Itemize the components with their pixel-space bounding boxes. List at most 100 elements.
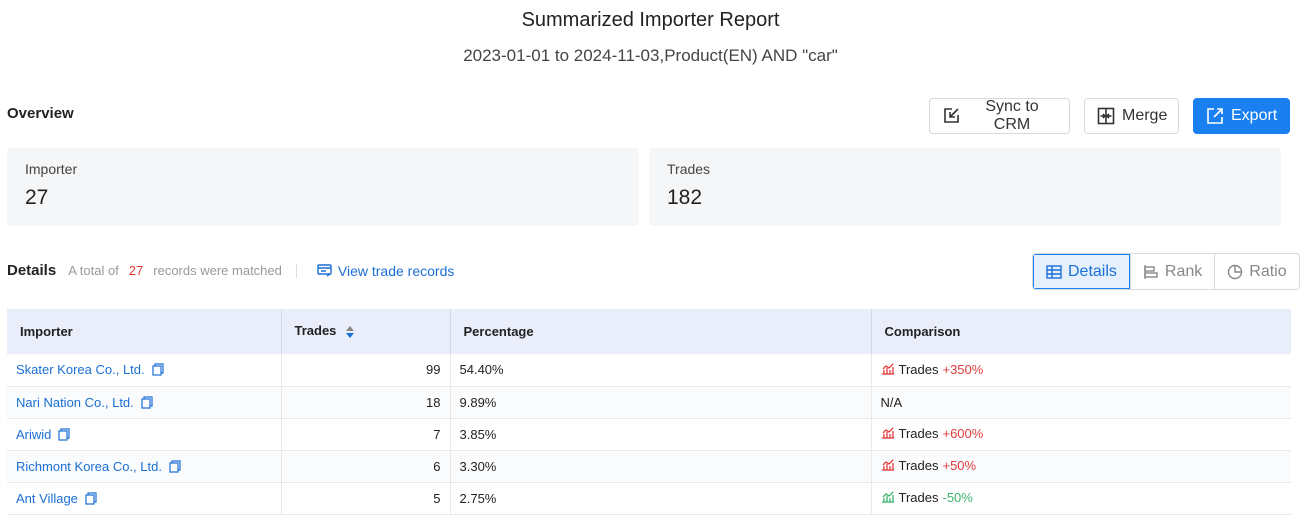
comparison-value: +600% xyxy=(942,425,984,441)
importer-name: Ariwid xyxy=(16,426,52,442)
details-divider xyxy=(295,263,297,278)
trend-chart-icon xyxy=(881,491,894,503)
copy-icon[interactable] xyxy=(152,363,164,376)
records-icon xyxy=(317,264,332,277)
table-row: Ant Village 5 2.75% Trades -50% xyxy=(7,482,1291,515)
export-button[interactable]: Export xyxy=(1193,98,1290,134)
trend-chart-icon xyxy=(881,427,894,439)
importer-name: Nari Nation Co., Ltd. xyxy=(16,394,134,410)
comparison: Trades +600% xyxy=(881,425,984,441)
header-comparison: Comparison xyxy=(871,309,1291,354)
trend-chart-icon xyxy=(881,363,894,375)
table-row: Skater Korea Co., Ltd. 99 54.40% Trades +… xyxy=(7,354,1291,387)
trades-cell: 5 xyxy=(281,482,451,515)
comparison: Trades -50% xyxy=(881,490,973,505)
importer-name: Richmont Korea Co., Ltd. xyxy=(16,458,162,474)
sync-to-crm-button[interactable]: Sync to CRM xyxy=(929,98,1070,134)
percentage-cell: 2.75% xyxy=(450,482,872,515)
details-total-prefix: A total of xyxy=(68,263,119,278)
table-icon xyxy=(1046,264,1062,279)
copy-icon[interactable] xyxy=(85,491,97,505)
table-row: Richmont Korea Co., Ltd. 6 3.30% Trades +… xyxy=(7,450,1291,483)
comparison: Trades +350% xyxy=(881,361,984,377)
comparison-label: Trades xyxy=(898,361,939,377)
trades-cell: 99 xyxy=(281,354,451,387)
percentage-cell: 9.89% xyxy=(450,386,872,419)
details-bar: Details A total of 27 records were match… xyxy=(7,262,454,279)
table-row: Nari Nation Co., Ltd. 18 9.89% N/A xyxy=(7,386,1291,419)
copy-icon[interactable] xyxy=(141,395,153,409)
comparison-label: Trades xyxy=(898,457,939,473)
tab-ratio[interactable]: Ratio xyxy=(1214,254,1299,289)
trades-stat-card: Trades 182 xyxy=(649,148,1281,226)
importer-cell: Richmont Korea Co., Ltd. xyxy=(7,450,282,483)
trades-stat-label: Trades xyxy=(667,161,711,177)
importer-link[interactable]: Skater Korea Co., Ltd. xyxy=(16,362,164,377)
header-trades[interactable]: Trades xyxy=(281,309,451,354)
comparison-value: +350% xyxy=(942,361,984,377)
overview-heading: Overview xyxy=(7,105,74,122)
trend-chart-icon xyxy=(881,459,894,471)
comparison-value: +50% xyxy=(942,457,977,473)
details-heading: Details xyxy=(7,262,57,279)
report-subtitle: 2023-01-01 to 2024-11-03,Product(EN) AND… xyxy=(463,46,838,65)
comparison: Trades +50% xyxy=(881,457,977,473)
header-percentage: Percentage xyxy=(450,309,872,354)
comparison-cell: Trades +600% xyxy=(871,418,1291,451)
table-header-row: Importer Trades Percentage Comparison xyxy=(7,309,1291,354)
tab-details-label: Details xyxy=(1068,262,1117,280)
percentage-cell: 54.40% xyxy=(450,354,872,387)
copy-icon[interactable] xyxy=(58,427,71,441)
comparison-cell: N/A xyxy=(871,386,1291,419)
comparison-label: Trades xyxy=(898,425,939,441)
tab-ratio-label: Ratio xyxy=(1249,262,1287,280)
importer-cell: Ariwid xyxy=(7,418,282,451)
trades-stat-value: 182 xyxy=(667,186,703,209)
importer-link[interactable]: Richmont Korea Co., Ltd. xyxy=(16,459,181,474)
comparison-label: Trades xyxy=(898,489,939,505)
view-switcher: Details Rank Ratio xyxy=(1032,253,1300,290)
pie-chart-icon xyxy=(1228,264,1243,279)
comparison-cell: Trades +350% xyxy=(871,354,1291,387)
sync-to-crm-label: Sync to CRM xyxy=(985,98,1039,133)
export-icon xyxy=(1207,108,1223,124)
view-trade-records-label: View trade records xyxy=(337,262,455,279)
trades-cell: 6 xyxy=(281,450,451,483)
importer-cell: Nari Nation Co., Ltd. xyxy=(7,386,282,419)
table-row: Ariwid 7 3.85% Trades +600% xyxy=(7,418,1291,451)
sync-icon xyxy=(944,108,959,123)
importer-name: Skater Korea Co., Ltd. xyxy=(16,362,145,378)
rank-bars-icon xyxy=(1144,264,1158,279)
merge-button[interactable]: Merge xyxy=(1084,98,1179,134)
header-trades-label: Trades xyxy=(294,323,337,339)
comparison-value: -50% xyxy=(942,489,973,505)
merge-icon xyxy=(1097,107,1115,125)
sort-icon[interactable] xyxy=(345,324,355,340)
importer-link[interactable]: Ant Village xyxy=(16,491,97,506)
details-record-count: 27 xyxy=(128,263,144,278)
details-total-suffix: records were matched xyxy=(153,263,282,278)
copy-icon[interactable] xyxy=(169,459,181,473)
tab-details[interactable]: Details xyxy=(1033,254,1130,289)
importer-link[interactable]: Nari Nation Co., Ltd. xyxy=(16,395,153,410)
trades-cell: 18 xyxy=(281,386,451,419)
importer-stat-value: 27 xyxy=(25,186,49,209)
header-importer: Importer xyxy=(7,309,282,354)
importer-name: Ant Village xyxy=(16,490,78,506)
export-label: Export xyxy=(1231,107,1278,124)
merge-label: Merge xyxy=(1122,107,1168,124)
importer-stat-label: Importer xyxy=(25,161,78,177)
comparison-value: N/A xyxy=(880,394,903,410)
importer-link[interactable]: Ariwid xyxy=(16,426,71,442)
importer-table: Importer Trades Percentage Comparison Sk… xyxy=(7,309,1291,515)
trades-cell: 7 xyxy=(281,418,451,451)
tab-rank-label: Rank xyxy=(1164,262,1203,280)
importer-cell: Skater Korea Co., Ltd. xyxy=(7,354,282,387)
comparison-cell: Trades +50% xyxy=(871,450,1291,483)
view-trade-records-link[interactable]: View trade records xyxy=(317,263,454,279)
tab-rank[interactable]: Rank xyxy=(1129,254,1215,289)
importer-stat-card: Importer 27 xyxy=(7,148,639,226)
importer-cell: Ant Village xyxy=(7,482,282,515)
comparison-cell: Trades -50% xyxy=(871,482,1291,515)
report-title: Summarized Importer Report xyxy=(521,9,780,31)
